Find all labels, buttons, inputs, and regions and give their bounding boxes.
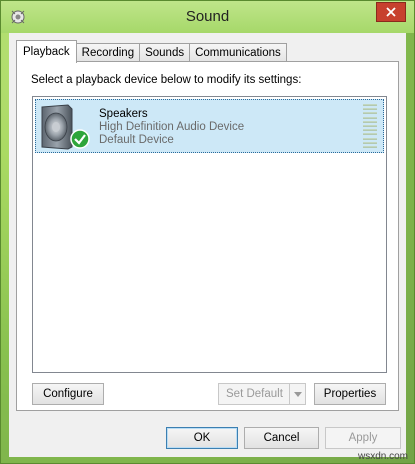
ok-button[interactable]: OK xyxy=(166,427,238,449)
apply-button[interactable]: Apply xyxy=(325,427,401,449)
device-list[interactable]: Speakers High Definition Audio Device De… xyxy=(32,96,387,373)
tab-playback[interactable]: Playback xyxy=(16,40,77,63)
device-status: Default Device xyxy=(99,134,174,146)
device-description: High Definition Audio Device xyxy=(99,121,245,133)
cancel-button[interactable]: Cancel xyxy=(244,427,319,449)
checkmark-icon xyxy=(70,129,90,149)
title-bar[interactable]: Sound xyxy=(1,1,414,33)
close-icon xyxy=(386,7,396,17)
watermark-text: wsxdn.com xyxy=(357,451,408,462)
window-title: Sound xyxy=(185,8,230,25)
close-button[interactable] xyxy=(376,2,406,22)
playback-panel: Select a playback device below to modify… xyxy=(16,61,399,411)
dialog-client-area: Playback Recording Sounds Communications… xyxy=(9,33,406,457)
configure-button[interactable]: Configure xyxy=(32,383,104,405)
set-default-label: Set Default xyxy=(226,388,283,400)
set-default-dropdown[interactable] xyxy=(289,384,305,404)
tab-strip: Playback Recording Sounds Communications xyxy=(16,40,287,63)
device-name: Speakers xyxy=(99,108,148,120)
instruction-text: Select a playback device below to modify… xyxy=(31,74,302,86)
tab-recording[interactable]: Recording xyxy=(75,43,141,62)
chevron-down-icon xyxy=(293,391,302,397)
tab-sounds[interactable]: Sounds xyxy=(139,43,191,62)
volume-level-meter xyxy=(363,104,377,148)
tab-communications[interactable]: Communications xyxy=(189,43,287,62)
sound-dialog: Sound Playback Recording Sounds Communic… xyxy=(0,0,415,464)
device-item-speakers[interactable]: Speakers High Definition Audio Device De… xyxy=(35,99,384,153)
properties-button[interactable]: Properties xyxy=(314,383,386,405)
set-default-button[interactable]: Set Default xyxy=(218,383,306,405)
